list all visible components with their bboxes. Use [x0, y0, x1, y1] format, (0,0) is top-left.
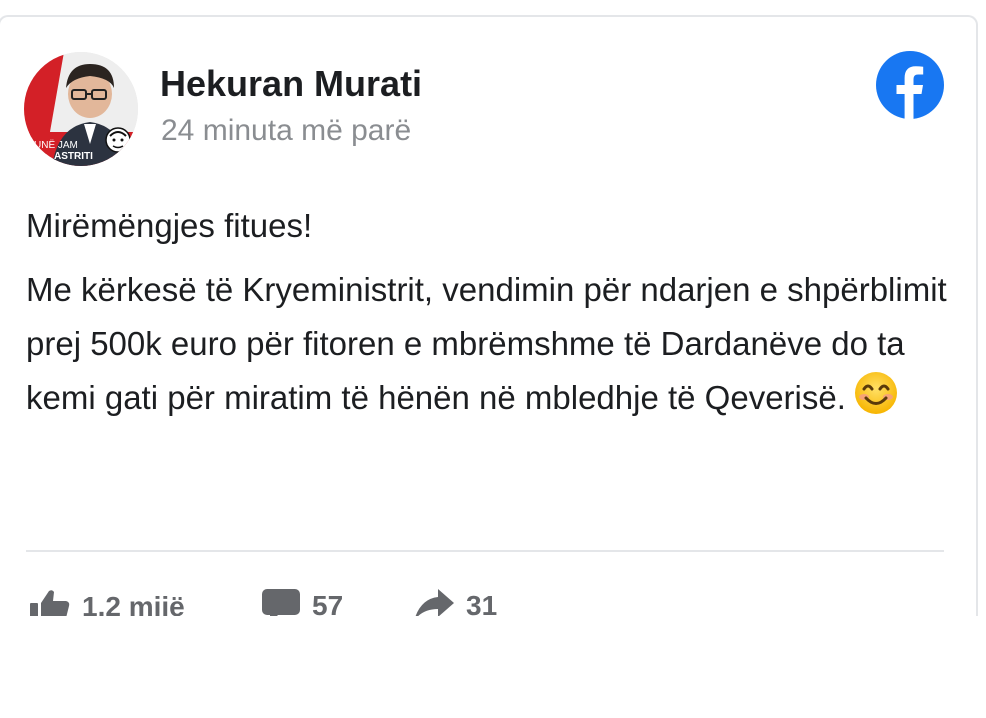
like-button[interactable]: 1.2 mijë [30, 589, 185, 616]
share-count: 31 [466, 590, 498, 616]
post-text: Me kërkesë të Kryeministrit, vendimin pë… [26, 263, 956, 431]
post-divider [26, 550, 944, 552]
thumbs-up-icon [30, 589, 70, 616]
comment-button[interactable]: 57 [262, 589, 343, 616]
comment-count: 57 [312, 590, 344, 616]
avatar-image: UNË JAM ASTRITI [24, 52, 138, 166]
avatar-badge-line1: UNË JAM [34, 139, 78, 151]
facebook-icon[interactable] [876, 51, 944, 119]
author-avatar[interactable]: UNË JAM ASTRITI [24, 52, 138, 166]
post-timestamp[interactable]: 24 minuta më parë [161, 114, 411, 148]
facebook-post-card: UNË JAM ASTRITI Hekuran Murati 24 minuta… [0, 15, 978, 616]
avatar-badge-line2: ASTRITI [54, 151, 93, 162]
post-body-text: Me kërkesë të Kryeministrit, vendimin pë… [26, 271, 947, 416]
author-name[interactable]: Hekuran Murati [160, 63, 422, 105]
post-greeting: Mirëmëngjes fitues! [26, 207, 313, 244]
share-arrow-icon [414, 589, 454, 616]
post-actions: 1.2 mijë 57 31 [0, 577, 976, 616]
smiling-face-icon [854, 371, 898, 431]
comment-icon [262, 589, 300, 616]
post-content: Mirëmëngjes fitues! Me kërkesë të Kryemi… [26, 199, 956, 431]
share-button[interactable]: 31 [414, 589, 497, 616]
like-count: 1.2 mijë [82, 591, 185, 616]
